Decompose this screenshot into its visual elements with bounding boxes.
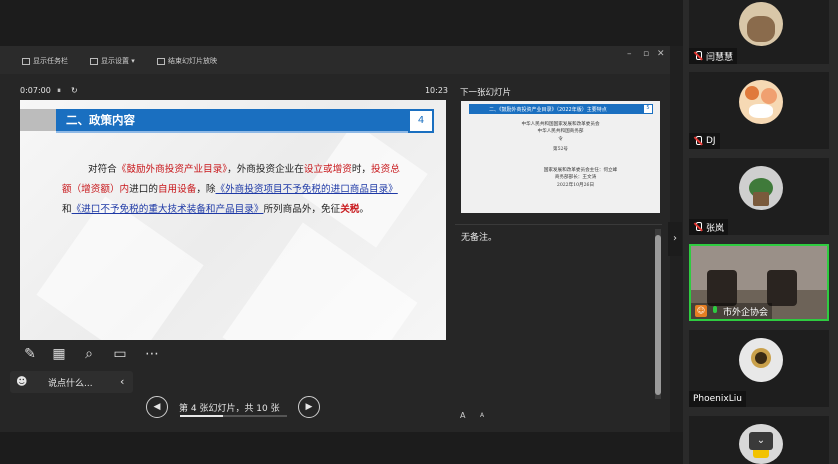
monitor-icon — [90, 57, 98, 65]
bottom-strip — [0, 432, 683, 464]
collapse-sidebar-button[interactable]: › — [668, 222, 682, 256]
next-slide-thumbnail[interactable]: 二、《鼓励外商投资产业目录》（2022年版）主要特点 5 中华人民共和国国家发展… — [461, 101, 660, 213]
participant-name-tag: 张岚 — [689, 219, 729, 235]
slide-link-tax-exempt-catalog[interactable]: 《外商投资项目不予免税的进口商品目录》 — [216, 184, 398, 195]
host-icon: ☺ — [695, 305, 707, 317]
notes-scrollbar[interactable] — [655, 229, 661, 399]
camera-toggle-icon[interactable]: ▭ — [110, 346, 130, 364]
previous-slide-button[interactable]: ◀ — [146, 396, 168, 418]
more-options-icon[interactable]: ⋯ — [142, 346, 162, 364]
speaker-notes[interactable]: 无备注。 — [455, 224, 662, 401]
current-slide: 二、政策内容 4 对符合《鼓励外商投资产业目录》，外商投资企业在设立或增资时，投… — [20, 100, 446, 340]
collapse-chat-icon[interactable]: ‹ — [120, 375, 124, 388]
mic-muted-icon — [693, 136, 703, 146]
end-show-icon — [157, 57, 165, 65]
participant-name-tag: 闫慧慧 — [689, 48, 738, 64]
close-icon[interactable]: ✕ — [657, 49, 665, 59]
participant-name-tag: ☺ 市外企协会 — [691, 303, 773, 319]
participant-tile[interactable]: 张岚 — [689, 158, 829, 235]
video-feed-chair — [767, 270, 797, 306]
chat-bar: ☻ 说点什么... ‹ — [10, 371, 133, 393]
notes-text: 无备注。 — [461, 233, 498, 243]
minimize-icon[interactable]: – — [627, 49, 632, 59]
participant-tile[interactable]: DJ — [689, 72, 829, 149]
slide-body-text: 对符合《鼓励外商投资产业目录》，外商投资企业在设立或增资时，投资总额（增资额）内… — [62, 164, 400, 215]
taskbar-icon — [22, 57, 30, 65]
mic-active-icon — [710, 306, 720, 316]
participant-tile[interactable]: PhoenixLiu — [689, 330, 829, 407]
timer-row: 0:07:00 ⏸ ↻ 10:23 — [20, 86, 448, 98]
mic-muted-icon — [693, 51, 703, 61]
participant-name-tag: PhoenixLiu — [689, 391, 746, 407]
all-slides-icon[interactable]: ▦ — [49, 346, 69, 364]
pause-icon[interactable]: ⏸ — [57, 86, 61, 96]
chat-input[interactable]: 说点什么... — [48, 376, 93, 389]
avatar — [739, 338, 783, 382]
meeting-screen: 显示任务栏 显示设置 ▾ 结束幻灯片放映 – ▫ ✕ 0:07:00 ⏸ ↻ 1… — [0, 0, 838, 464]
presenter-view: 显示任务栏 显示设置 ▾ 结束幻灯片放映 – ▫ ✕ 0:07:00 ⏸ ↻ 1… — [0, 46, 670, 432]
slide-progress-bar — [180, 415, 287, 417]
slide-counter: 第 4 张幻灯片，共 10 张 — [179, 404, 280, 414]
next-slide-number: 5 — [643, 104, 653, 114]
decrease-font-button[interactable]: A — [480, 412, 484, 419]
clock: 10:23 — [424, 86, 448, 95]
presenter-toolbar: 显示任务栏 显示设置 ▾ 结束幻灯片放映 – ▫ ✕ — [0, 46, 670, 74]
end-slideshow-button[interactable]: 结束幻灯片放映 — [157, 56, 217, 66]
slide-title-gray-block — [20, 109, 56, 131]
slide-progress-fill — [180, 415, 223, 417]
emoji-icon[interactable]: ☻ — [16, 375, 27, 388]
chevron-down-icon[interactable]: ⌄ — [749, 432, 773, 450]
show-taskbar-button[interactable]: 显示任务栏 — [22, 56, 68, 66]
restart-icon[interactable]: ↻ — [71, 86, 78, 95]
pen-icon[interactable]: ✎ — [20, 346, 40, 364]
zoom-icon[interactable]: ⌕ — [79, 346, 99, 364]
avatar — [739, 166, 783, 210]
next-slide-button[interactable]: ▶ — [298, 396, 320, 418]
slide-title: 二、政策内容 — [56, 109, 408, 131]
slide-number: 4 — [408, 109, 434, 133]
participant-name-tag: DJ — [689, 133, 720, 149]
elapsed-time: 0:07:00 — [20, 86, 51, 95]
maximize-icon[interactable]: ▫ — [643, 49, 649, 59]
mic-muted-icon — [693, 222, 703, 232]
next-slide-title: 二、《鼓励外商投资产业目录》（2022年版）主要特点 — [469, 104, 649, 114]
increase-font-button[interactable]: A — [460, 411, 465, 420]
participants-sidebar: 闫慧慧 DJ 张岚 ☺ 市外企协会 PhoenixLiu — [683, 0, 838, 464]
avatar — [739, 2, 783, 46]
slide-tools: ✎ ▦ ⌕ ▭ ⋯ — [20, 346, 180, 366]
participant-tile[interactable]: 闫慧慧 — [689, 0, 829, 64]
slide-title-underline — [56, 131, 408, 133]
participant-tile-active[interactable]: ☺ 市外企协会 — [689, 244, 829, 321]
top-strip — [0, 0, 683, 46]
display-settings-button[interactable]: 显示设置 ▾ — [90, 56, 135, 66]
avatar — [739, 80, 783, 124]
video-feed-chair — [707, 270, 737, 306]
notes-scroll-thumb[interactable] — [655, 235, 661, 395]
slide-link-equipment-catalog[interactable]: 《进口不予免税的重大技术装备和产品目录》 — [72, 204, 264, 215]
next-slide-label: 下一张幻灯片 — [460, 88, 512, 98]
